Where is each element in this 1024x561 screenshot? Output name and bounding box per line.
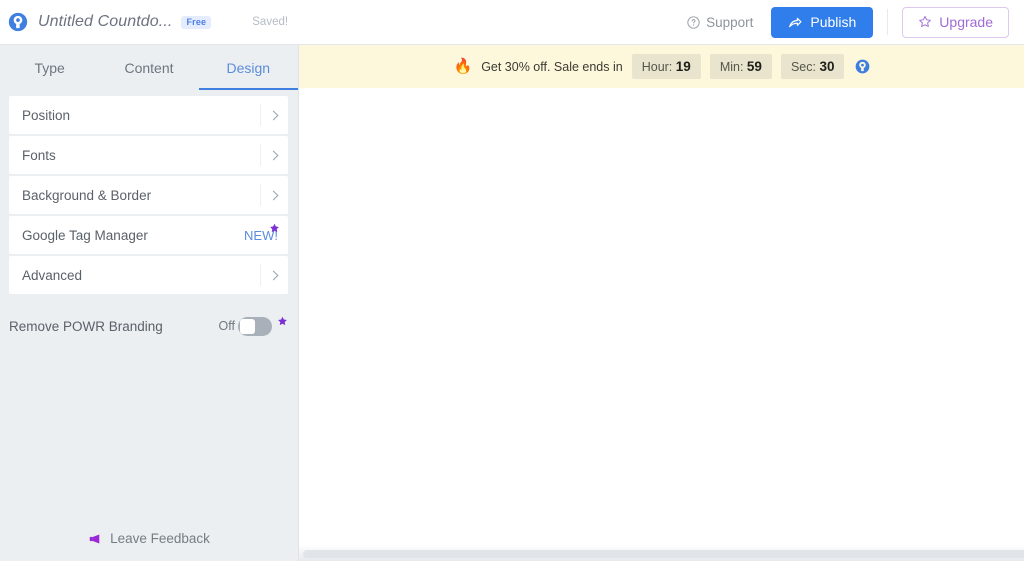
countdown-unit-sec-value: 30 [819, 58, 835, 74]
countdown-unit-hour: Hour: 19 [631, 53, 701, 80]
editor-sidebar: Type Content Design Position Fonts Backg… [0, 45, 299, 561]
project-title[interactable]: Untitled Countdo... [38, 13, 172, 31]
widget-preview: 🔥 Get 30% off. Sale ends in Hour: 19 Min… [298, 45, 1024, 561]
countdown-unit-hour-label: Hour: [641, 59, 673, 74]
support-label: Support [706, 14, 754, 30]
panel-row-right [260, 96, 288, 134]
save-status: Saved! [252, 16, 289, 28]
publish-label: Publish [810, 14, 857, 30]
countdown-unit-min-label: Min: [719, 59, 744, 74]
countdown-message: Get 30% off. Sale ends in [481, 59, 623, 74]
plan-badge: Free [181, 15, 212, 29]
countdown-unit-min: Min: 59 [709, 53, 772, 80]
tab-type-label: Type [34, 59, 65, 76]
panel-row-background-border[interactable]: Background & Border [9, 176, 288, 214]
share-arrow-icon [789, 17, 802, 27]
publish-button[interactable]: Publish [771, 6, 874, 38]
chevron-right-icon [260, 264, 288, 286]
premium-star-icon [278, 316, 287, 325]
megaphone-icon [89, 533, 100, 544]
countdown-unit-sec: Sec: 30 [780, 53, 845, 80]
question-circle-icon [687, 15, 700, 29]
remove-powr-branding-row: Remove POWR Branding Off [0, 304, 298, 348]
leave-feedback-label: Leave Feedback [110, 531, 210, 546]
header-actions: Support Publish Upgrade [687, 6, 1024, 38]
app-root: Untitled Countdo... Free Saved! Support … [0, 0, 1024, 561]
countdown-unit-sec-label: Sec: [790, 59, 816, 74]
app-header: Untitled Countdo... Free Saved! Support … [0, 0, 1024, 45]
leave-feedback-button[interactable]: Leave Feedback [0, 516, 298, 561]
panel-row-right [260, 256, 288, 294]
editor-tabs: Type Content Design [0, 45, 299, 90]
countdown-unit-hour-value: 19 [675, 58, 691, 74]
panel-row-google-tag-manager[interactable]: Google Tag Manager NEW! [9, 216, 288, 254]
panel-label-background-border: Background & Border [22, 187, 152, 203]
upgrade-button[interactable]: Upgrade [902, 6, 1009, 38]
tab-content[interactable]: Content [99, 45, 198, 90]
tab-design-label: Design [226, 59, 271, 76]
panel-row-fonts[interactable]: Fonts [9, 136, 288, 174]
tab-type[interactable]: Type [0, 45, 99, 90]
remove-powr-branding-control: Off [219, 316, 288, 337]
premium-star-icon [270, 223, 279, 233]
powr-logo-icon [8, 12, 28, 32]
upgrade-label: Upgrade [939, 14, 993, 30]
fire-emoji-icon: 🔥 [453, 58, 473, 75]
countdown-unit-min-value: 59 [746, 58, 762, 74]
countdown-bar[interactable]: 🔥 Get 30% off. Sale ends in Hour: 19 Min… [299, 45, 1024, 88]
powr-logo-icon[interactable] [855, 59, 870, 74]
panel-label-fonts: Fonts [22, 147, 56, 163]
panel-row-advanced[interactable]: Advanced [9, 256, 288, 294]
header-divider [887, 9, 889, 35]
panel-row-right: NEW! [244, 216, 288, 254]
panel-row-position[interactable]: Position [9, 96, 288, 134]
panel-row-right [260, 176, 288, 214]
preview-horizontal-scrollbar[interactable] [299, 545, 1024, 561]
toggle-knob [240, 318, 255, 334]
panel-label-position: Position [22, 107, 71, 123]
support-button[interactable]: Support [687, 15, 753, 30]
remove-powr-branding-toggle[interactable] [238, 316, 272, 336]
design-panel-list: Position Fonts Background & Border Googl… [0, 90, 298, 294]
tab-content-label: Content [124, 59, 174, 76]
remove-powr-branding-label: Remove POWR Branding [9, 318, 163, 334]
chevron-right-icon [260, 184, 288, 206]
panel-label-advanced: Advanced [22, 267, 83, 283]
panel-label-google-tag-manager: Google Tag Manager [22, 227, 148, 243]
tab-design[interactable]: Design [198, 45, 299, 90]
star-outline-icon [919, 15, 932, 27]
toggle-state-label: Off [218, 319, 235, 333]
panel-row-right [260, 136, 288, 174]
chevron-right-icon [260, 104, 288, 126]
chevron-right-icon [260, 144, 288, 166]
